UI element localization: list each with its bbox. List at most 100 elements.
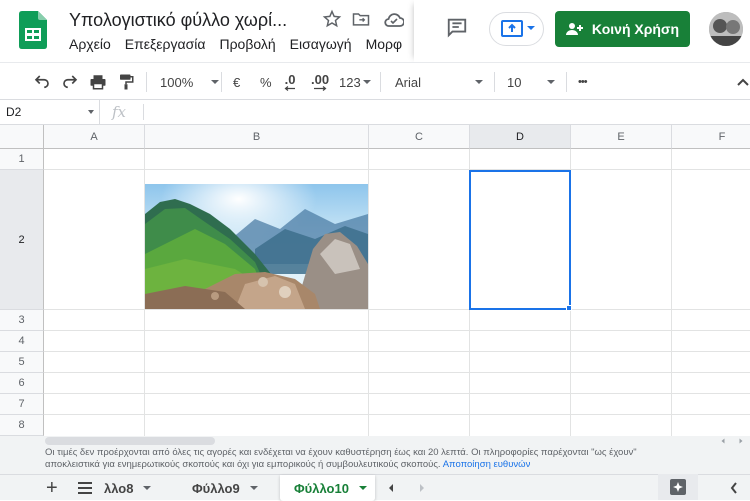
scroll-left-icon[interactable]: [720, 438, 726, 444]
scroll-right-icon[interactable]: [738, 438, 744, 444]
grid-line: [44, 351, 750, 352]
row-header-7[interactable]: 7: [0, 394, 44, 415]
sheet-tab-10-active[interactable]: Φύλλο10: [280, 475, 375, 501]
fill-handle[interactable]: [566, 305, 572, 311]
share-label: Κοινή Χρήση: [591, 21, 680, 37]
comments-icon[interactable]: [446, 16, 468, 38]
font-select[interactable]: Arial: [395, 63, 483, 101]
spreadsheet-grid[interactable]: A B C D E F 1 2 3 4 5 6 7 8: [0, 125, 750, 436]
toolbar: 100% € % .0 .00 123 Arial 10 •••: [0, 62, 750, 100]
chevron-down-icon: [475, 80, 483, 84]
disclaimer-line-1: Οι τιμές δεν προέρχονται από όλες τις αγ…: [45, 447, 637, 458]
explore-icon: [670, 479, 686, 495]
column-header-b[interactable]: B: [145, 125, 369, 149]
grid-line: [44, 330, 750, 331]
chevron-down-icon: [358, 486, 367, 490]
row-header-4[interactable]: 4: [0, 331, 44, 352]
sheet-tabs-bar: + λλο8 Φύλλο9 Φύλλο10: [0, 474, 750, 501]
name-box[interactable]: D2: [0, 100, 100, 124]
row-header-8[interactable]: 8: [0, 415, 44, 436]
paint-format-icon[interactable]: [117, 63, 135, 101]
increase-decimals-label: .00: [311, 71, 330, 87]
present-icon: [501, 19, 523, 39]
grid-line: [44, 414, 750, 415]
horizontal-scrollbar[interactable]: [0, 436, 750, 446]
row-header-6[interactable]: 6: [0, 373, 44, 394]
sheet-tab-8[interactable]: λλο8: [104, 475, 152, 501]
disclaimer-link[interactable]: Αποποίηση ευθυνών: [443, 459, 531, 470]
row-header-3[interactable]: 3: [0, 310, 44, 331]
formula-separator: [143, 104, 144, 120]
font-value: Arial: [395, 74, 422, 90]
sheet-tab-9[interactable]: Φύλλο9: [192, 475, 258, 501]
chevron-down-icon: [362, 80, 371, 84]
number-format-label: 123: [339, 74, 361, 90]
scroll-tabs-left-icon[interactable]: [387, 475, 395, 501]
grid-line: [44, 393, 750, 394]
number-format-select[interactable]: 123: [339, 63, 371, 101]
menu-insert[interactable]: Εισαγωγή: [290, 36, 352, 56]
grid-line: [44, 169, 750, 170]
avatar[interactable]: [709, 12, 743, 46]
menu-file[interactable]: Αρχείο: [69, 36, 111, 56]
row-header-1[interactable]: 1: [0, 149, 44, 170]
cloud-status-icon[interactable]: [382, 9, 404, 29]
all-sheets-icon[interactable]: [77, 475, 93, 501]
add-person-icon: [565, 23, 583, 35]
chevron-down-icon[interactable]: [88, 110, 94, 114]
chevron-left-icon[interactable]: [730, 475, 738, 501]
add-sheet-button[interactable]: +: [46, 475, 58, 501]
grid-line: [44, 309, 750, 310]
column-header-f[interactable]: F: [672, 125, 750, 149]
menu-edit[interactable]: Επεξεργασία: [125, 36, 206, 56]
row-header-2[interactable]: 2: [0, 170, 44, 310]
redo-icon[interactable]: [61, 63, 79, 101]
column-header-d[interactable]: D: [470, 125, 571, 149]
sheet-tab-label: Φύλλο9: [192, 480, 240, 496]
grid-line: [44, 372, 750, 373]
sheet-tab-label: Φύλλο10: [294, 480, 349, 496]
column-header-c[interactable]: C: [369, 125, 470, 149]
row-header-5[interactable]: 5: [0, 352, 44, 373]
increase-decimals-button[interactable]: .00: [311, 63, 329, 101]
currency-button[interactable]: €: [233, 63, 240, 101]
chevron-down-icon[interactable]: [527, 26, 535, 30]
chevron-down-icon: [143, 486, 152, 490]
scrollbar-thumb[interactable]: [45, 437, 215, 445]
chevron-down-icon: [249, 486, 258, 490]
menu-view[interactable]: Προβολή: [219, 36, 275, 56]
percent-button[interactable]: %: [260, 63, 272, 101]
sheet-tab-label: λλο8: [104, 480, 134, 496]
undo-icon[interactable]: [33, 63, 51, 101]
menubar: Αρχείο Επεξεργασία Προβολή Εισαγωγή Μορφ: [0, 34, 414, 60]
column-header-e[interactable]: E: [571, 125, 672, 149]
explore-button[interactable]: [658, 474, 698, 500]
chevron-up-icon[interactable]: [736, 63, 750, 101]
disclaimer: Οι τιμές δεν προέρχονται από όλες τις αγ…: [0, 446, 750, 474]
decrease-decimals-label: .0: [284, 71, 296, 87]
chevron-down-icon: [547, 80, 555, 84]
formula-bar: D2 fx: [0, 100, 750, 125]
arrow-left-icon: [284, 85, 295, 91]
font-size-value: 10: [507, 74, 522, 90]
more-options-button[interactable]: •••: [578, 63, 588, 101]
star-icon[interactable]: [322, 9, 342, 29]
mountain-image[interactable]: [145, 184, 368, 309]
print-icon[interactable]: [89, 63, 107, 101]
move-to-folder-icon[interactable]: [351, 9, 371, 29]
share-button[interactable]: Κοινή Χρήση: [555, 11, 690, 47]
zoom-value: 100%: [160, 74, 194, 90]
arrow-right-icon: [314, 85, 327, 91]
document-title[interactable]: Υπολογιστικό φύλλο χωρί...: [69, 10, 287, 31]
app-header: Υπολογιστικό φύλλο χωρί... Αρχείο Επεξερ…: [0, 0, 750, 62]
select-all-corner[interactable]: [0, 125, 44, 149]
zoom-select[interactable]: 100%: [160, 63, 220, 101]
disclaimer-line-2: αποκλειστικά για ενημερωτικούς σκοπούς κ…: [45, 459, 441, 470]
selected-cell-d2[interactable]: [469, 170, 571, 310]
scroll-tabs-right-icon[interactable]: [418, 475, 426, 501]
font-size-select[interactable]: 10: [507, 63, 555, 101]
column-header-a[interactable]: A: [44, 125, 145, 149]
menu-format[interactable]: Μορφ: [366, 36, 403, 56]
chevron-down-icon: [211, 80, 220, 84]
decrease-decimals-button[interactable]: .0: [284, 63, 296, 101]
